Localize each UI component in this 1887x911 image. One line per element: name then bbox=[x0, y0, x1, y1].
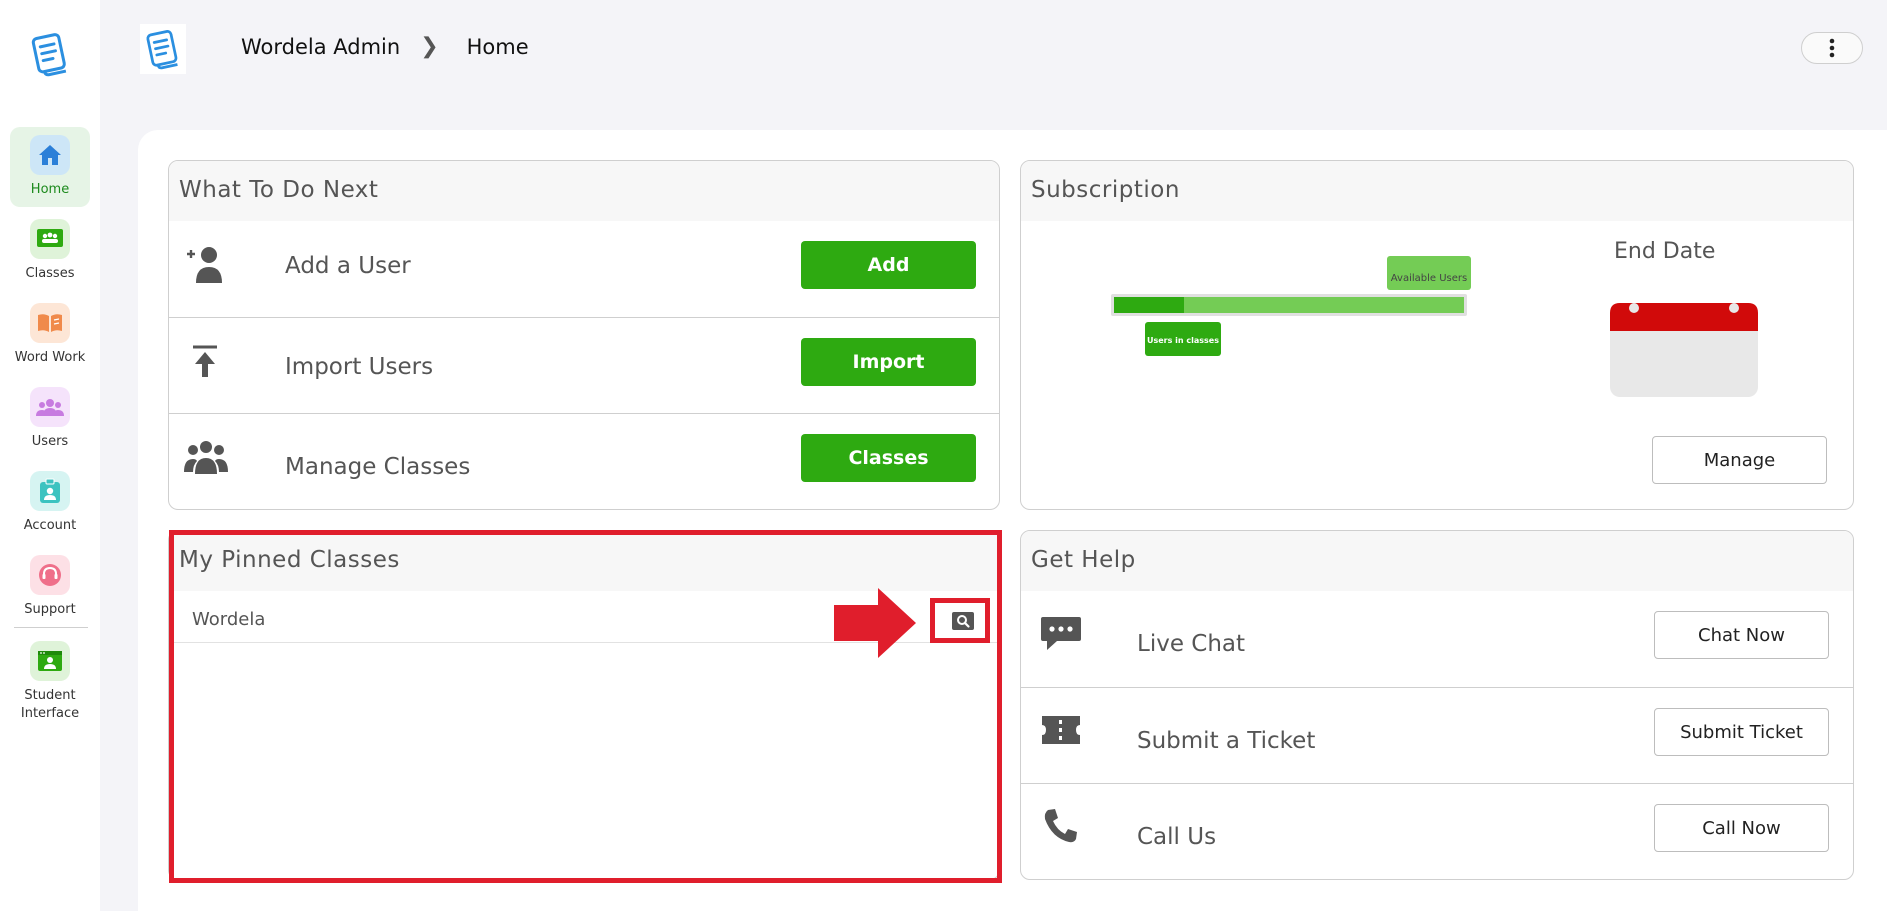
wordela-logo-icon[interactable] bbox=[28, 30, 72, 78]
breadcrumb-root[interactable]: Wordela Admin bbox=[241, 35, 400, 59]
sidebar-divider bbox=[14, 627, 88, 628]
todo-title: What To Do Next bbox=[169, 161, 999, 221]
todo-row-label: Add a User bbox=[285, 253, 411, 279]
help-row-call-us: Call Us Call Now bbox=[1021, 783, 1853, 879]
sidebar-item-support[interactable]: Support bbox=[10, 555, 90, 619]
users-bar-chart bbox=[1111, 294, 1467, 316]
help-row-label: Live Chat bbox=[1137, 631, 1246, 657]
headset-icon bbox=[30, 555, 70, 595]
add-user-icon bbox=[183, 245, 233, 285]
todo-row-manage-classes: Manage Classes Classes bbox=[169, 413, 999, 509]
todo-card: What To Do Next Add a User Add Import Us… bbox=[168, 160, 1000, 510]
sidebar-item-label: Student Interface bbox=[20, 688, 80, 721]
sidebar-item-label: Account bbox=[23, 518, 77, 533]
call-now-button[interactable]: Call Now bbox=[1654, 804, 1829, 852]
calendar-icon bbox=[1609, 301, 1759, 399]
sidebar-item-label: Word Work bbox=[14, 350, 86, 365]
available-users-label: Available Users bbox=[1390, 273, 1468, 284]
sidebar-item-classes[interactable]: Classes bbox=[10, 219, 90, 283]
more-options-button[interactable] bbox=[1801, 32, 1863, 64]
sidebar-item-users[interactable]: Users bbox=[10, 387, 90, 451]
pinned-classes-title: My Pinned Classes bbox=[169, 531, 999, 591]
phone-icon bbox=[1039, 806, 1085, 848]
get-help-title: Get Help bbox=[1021, 531, 1853, 591]
header-logo-icon[interactable] bbox=[140, 24, 186, 74]
available-users-tooltip: Available Users bbox=[1387, 256, 1471, 290]
sidebar-item-label: Support bbox=[24, 602, 76, 617]
get-help-card: Get Help Live Chat Chat Now Submit a Tic… bbox=[1020, 530, 1854, 880]
users-icon bbox=[30, 387, 70, 427]
submit-ticket-button[interactable]: Submit Ticket bbox=[1654, 708, 1829, 756]
ticket-icon bbox=[1039, 710, 1085, 752]
sidebar-item-account[interactable]: Account bbox=[10, 471, 90, 535]
arrow-right-icon bbox=[834, 588, 916, 658]
todo-row-import-users: Import Users Import bbox=[169, 317, 999, 413]
end-date-label: End Date bbox=[1614, 239, 1716, 264]
manage-button[interactable]: Manage bbox=[1652, 436, 1827, 484]
book-icon bbox=[30, 303, 70, 343]
sidebar-item-student-interface[interactable]: Student Interface bbox=[10, 641, 90, 723]
classes-button[interactable]: Classes bbox=[801, 434, 976, 482]
sidebar-item-label: Users bbox=[31, 434, 69, 449]
todo-row-add-user: Add a User Add bbox=[169, 221, 999, 317]
breadcrumb: Wordela Admin ❯ Home bbox=[241, 34, 529, 59]
pinned-class-name: Wordela bbox=[192, 609, 266, 630]
subscription-card: Subscription Available Users Users in cl… bbox=[1020, 160, 1854, 510]
sidebar-item-home[interactable]: Home bbox=[10, 127, 90, 207]
kebab-menu-icon bbox=[1829, 38, 1835, 58]
users-in-classes-bar bbox=[1114, 297, 1184, 313]
breadcrumb-current: Home bbox=[466, 34, 529, 59]
chat-now-button[interactable]: Chat Now bbox=[1654, 611, 1829, 659]
chevron-right-icon: ❯ bbox=[420, 34, 439, 59]
house-icon bbox=[30, 135, 70, 175]
id-badge-icon bbox=[30, 471, 70, 511]
add-button[interactable]: Add bbox=[801, 241, 976, 289]
group-icon bbox=[183, 438, 233, 478]
search-icon bbox=[952, 612, 974, 630]
help-row-submit-ticket: Submit a Ticket Submit Ticket bbox=[1021, 687, 1853, 783]
pinned-classes-card: My Pinned Classes Wordela bbox=[168, 530, 1000, 880]
import-button[interactable]: Import bbox=[801, 338, 976, 386]
sidebar-item-label: Classes bbox=[25, 266, 75, 281]
help-row-live-chat: Live Chat Chat Now bbox=[1021, 591, 1853, 687]
todo-row-label: Import Users bbox=[285, 354, 434, 380]
student-screen-icon bbox=[30, 641, 70, 681]
sidebar-item-label: Home bbox=[30, 182, 70, 197]
chat-icon bbox=[1039, 613, 1085, 655]
sidebar: Home Classes Word Work Users Account Sup… bbox=[0, 0, 100, 911]
help-row-label: Submit a Ticket bbox=[1137, 728, 1316, 754]
todo-row-label: Manage Classes bbox=[285, 454, 471, 480]
users-in-classes-tooltip: Users in classes bbox=[1145, 322, 1221, 356]
sidebar-item-word-work[interactable]: Word Work bbox=[10, 303, 90, 367]
help-row-label: Call Us bbox=[1137, 824, 1217, 850]
upload-icon bbox=[183, 342, 233, 382]
users-in-classes-label: Users in classes bbox=[1147, 336, 1219, 345]
view-class-button[interactable] bbox=[938, 603, 988, 639]
classroom-icon bbox=[30, 219, 70, 259]
subscription-title: Subscription bbox=[1021, 161, 1853, 221]
